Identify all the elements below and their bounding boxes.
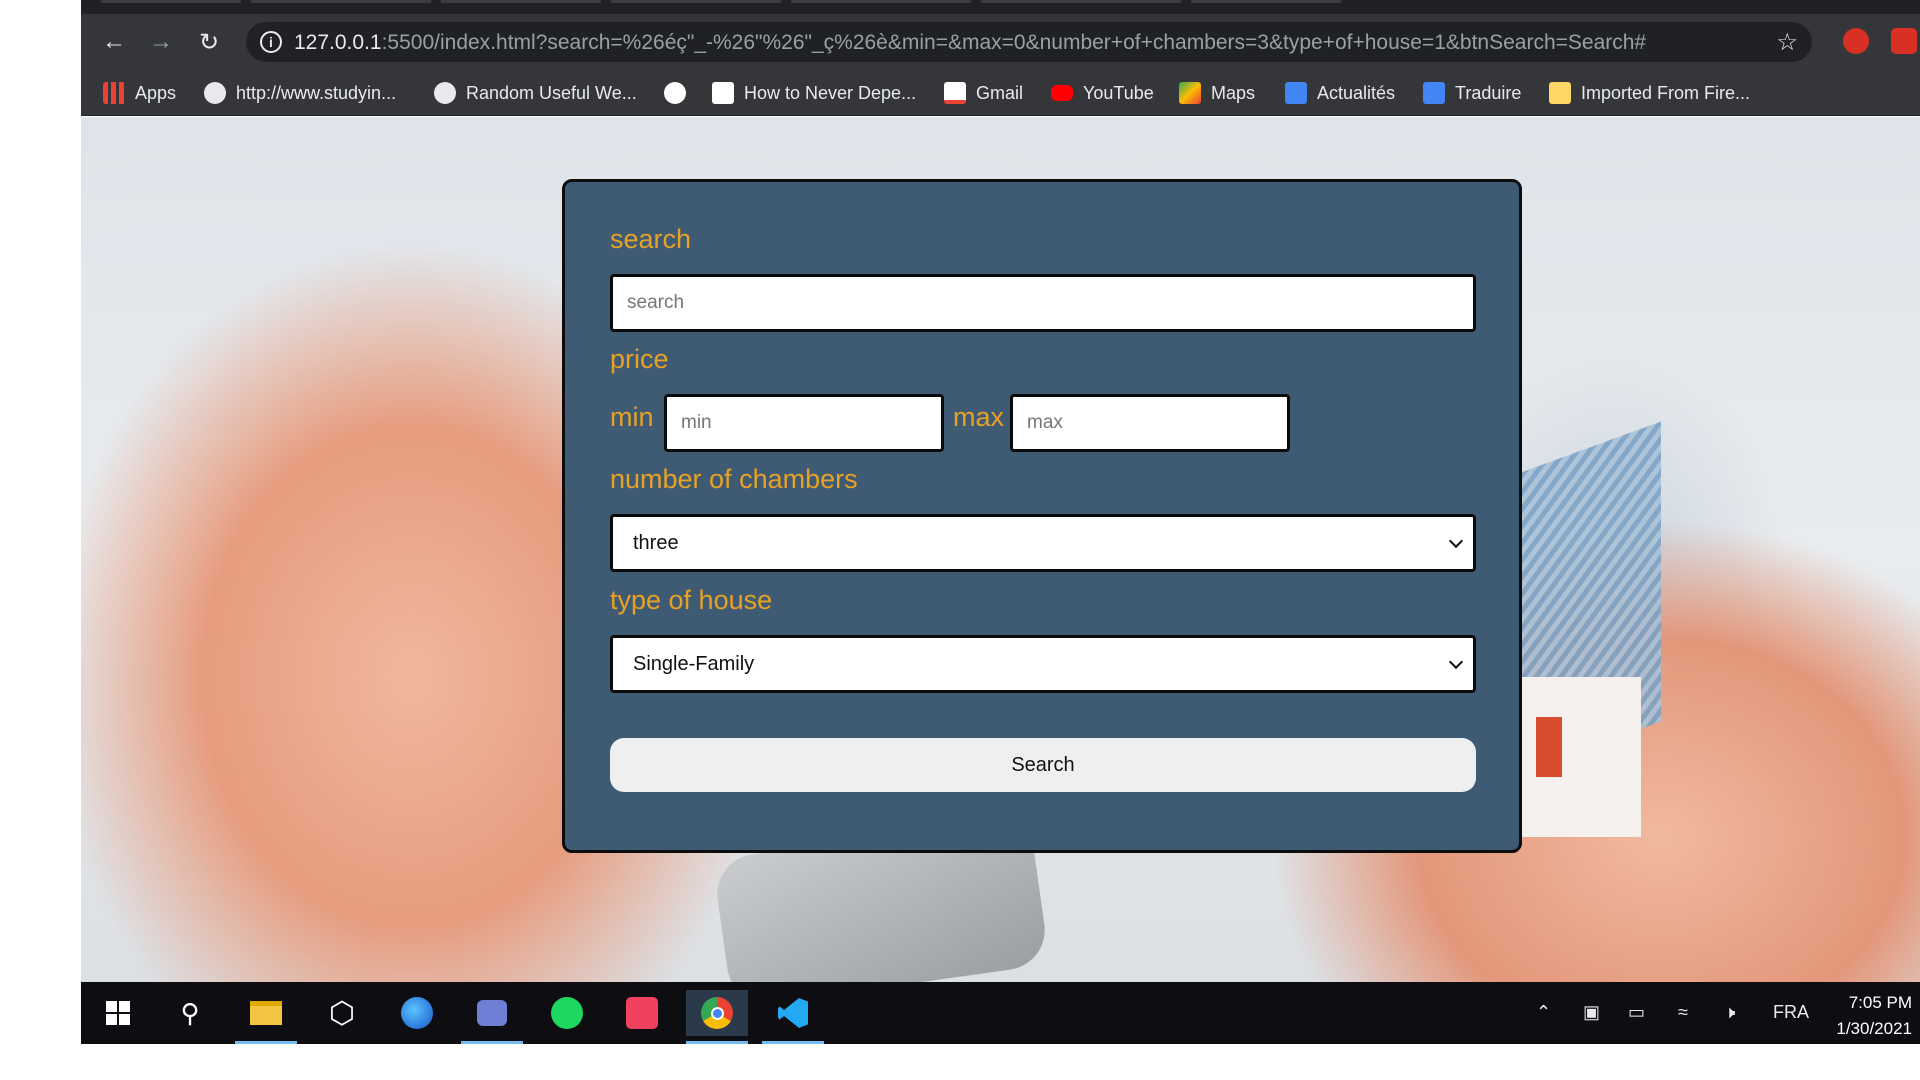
meet-now-icon[interactable]: ▣ bbox=[1583, 1002, 1600, 1023]
clock-date: 1/30/2021 bbox=[1836, 1019, 1912, 1038]
chambers-label: number of chambers bbox=[610, 464, 858, 494]
windows-taskbar: ⚲ ⬡ ⌃ ▣ ▭ ≈ 🕨 FRA 7:05 PM 1/30/2021 bbox=[81, 982, 1920, 1044]
tab[interactable] bbox=[251, 0, 431, 12]
price-label: price bbox=[610, 344, 669, 374]
tab[interactable] bbox=[791, 0, 971, 12]
chevron-down-icon bbox=[1448, 654, 1464, 670]
language-indicator[interactable]: FRA bbox=[1773, 1002, 1809, 1023]
forward-arrow-icon[interactable]: → bbox=[145, 26, 177, 58]
search-form-panel: search price min max number of chambers … bbox=[562, 179, 1522, 853]
chevron-down-icon bbox=[1448, 533, 1464, 549]
extension-dots-icon[interactable] bbox=[1891, 28, 1917, 54]
folder-icon bbox=[1549, 82, 1571, 104]
screen: ← → ↻ i 127.0.0.1:5500/index.html?search… bbox=[81, 0, 1920, 1044]
reload-icon[interactable]: ↻ bbox=[193, 26, 225, 58]
gmail-icon bbox=[944, 82, 966, 104]
max-label: max bbox=[953, 402, 1005, 432]
tab[interactable] bbox=[101, 0, 241, 12]
url-host: 127.0.0.1 bbox=[294, 31, 382, 54]
calendar-app-icon[interactable] bbox=[611, 990, 673, 1036]
bookmark-how-to-never[interactable]: How to Never Depe... bbox=[712, 80, 916, 106]
globe-icon bbox=[434, 82, 456, 104]
bookmark-star-icon[interactable]: ☆ bbox=[1776, 28, 1798, 57]
min-price-input[interactable] bbox=[664, 394, 944, 452]
browser-toolbar: ← → ↻ i 127.0.0.1:5500/index.html?search… bbox=[81, 14, 1920, 70]
cube-app-icon[interactable]: ⬡ bbox=[311, 990, 373, 1036]
tab[interactable] bbox=[441, 0, 601, 12]
battery-icon[interactable]: ▭ bbox=[1628, 1002, 1645, 1023]
windows-start-icon[interactable] bbox=[87, 990, 149, 1036]
url-rest: :5500/index.html?search=%26éç"_-%26"%26"… bbox=[381, 31, 1647, 54]
bookmark-label: Actualités bbox=[1317, 82, 1396, 103]
maps-icon bbox=[1179, 82, 1201, 104]
min-label: min bbox=[610, 402, 654, 432]
bookmark-label: Random Useful We... bbox=[466, 82, 637, 103]
search-icon[interactable]: ⚲ bbox=[159, 990, 221, 1036]
page-viewport: search price min max number of chambers … bbox=[81, 117, 1920, 982]
info-icon[interactable]: i bbox=[260, 31, 282, 53]
globe-icon bbox=[204, 82, 226, 104]
chambers-selected-value: three bbox=[633, 531, 679, 554]
news-icon bbox=[1285, 82, 1307, 104]
search-label: search bbox=[610, 224, 692, 254]
clock-time: 7:05 PM bbox=[1848, 993, 1912, 1012]
clock[interactable]: 7:05 PM 1/30/2021 bbox=[1836, 990, 1912, 1042]
bookmark-label: Imported From Fire... bbox=[1581, 82, 1751, 103]
volume-icon[interactable]: 🕨 bbox=[1724, 1002, 1735, 1023]
tab[interactable] bbox=[981, 0, 1181, 12]
wifi-icon[interactable]: ≈ bbox=[1678, 1002, 1688, 1023]
bookmark-label: Traduire bbox=[1455, 82, 1522, 103]
youtube-icon bbox=[1051, 85, 1073, 101]
background-house-window bbox=[1536, 717, 1562, 777]
bookmark-label: Maps bbox=[1211, 82, 1256, 103]
search-button[interactable]: Search bbox=[610, 738, 1476, 792]
address-bar[interactable]: i 127.0.0.1:5500/index.html?search=%26éç… bbox=[246, 22, 1812, 62]
bookmark-label: How to Never Depe... bbox=[744, 82, 917, 103]
game-app-icon[interactable] bbox=[461, 990, 523, 1044]
bookmark-random-useful[interactable]: Random Useful We... bbox=[434, 80, 637, 106]
bookmark-youtube[interactable]: YouTube bbox=[1051, 80, 1154, 106]
bookmark-gmail[interactable]: Gmail bbox=[944, 80, 1023, 106]
bookmark-apps[interactable]: Apps bbox=[103, 80, 176, 106]
translate-icon bbox=[1423, 82, 1445, 104]
tab[interactable] bbox=[611, 0, 781, 12]
bookmark-label: Gmail bbox=[976, 82, 1024, 103]
bookmark-maps[interactable]: Maps bbox=[1179, 80, 1255, 106]
apps-grid-icon bbox=[103, 82, 125, 104]
chrome-icon[interactable] bbox=[686, 990, 748, 1044]
bookmark-studyin[interactable]: http://www.studyin... bbox=[204, 80, 396, 106]
page-icon bbox=[712, 82, 734, 104]
tab[interactable] bbox=[1191, 0, 1341, 12]
search-input[interactable] bbox=[610, 274, 1476, 332]
file-explorer-icon[interactable] bbox=[235, 990, 297, 1044]
type-of-house-select[interactable]: Single-Family bbox=[610, 635, 1476, 693]
vscode-icon[interactable] bbox=[762, 990, 824, 1044]
back-arrow-icon[interactable]: ← bbox=[98, 26, 130, 58]
google-icon bbox=[664, 82, 686, 104]
bookmark-label: YouTube bbox=[1083, 82, 1154, 103]
bookmark-google[interactable] bbox=[664, 80, 696, 106]
bookmark-label: http://www.studyin... bbox=[236, 82, 397, 103]
spotify-icon[interactable] bbox=[536, 990, 598, 1036]
url-text[interactable]: 127.0.0.1:5500/index.html?search=%26éç"_… bbox=[294, 31, 1646, 55]
type-of-house-label: type of house bbox=[610, 585, 773, 615]
bookmark-label: Apps bbox=[135, 82, 177, 103]
extension-hand-icon[interactable] bbox=[1843, 28, 1869, 54]
max-price-input[interactable] bbox=[1010, 394, 1290, 452]
bookmark-actualites[interactable]: Actualités bbox=[1285, 80, 1395, 106]
bookmarks-bar: Apps http://www.studyin... Random Useful… bbox=[81, 70, 1920, 116]
chevron-up-icon[interactable]: ⌃ bbox=[1536, 1002, 1551, 1023]
tab-strip bbox=[81, 0, 1920, 14]
bookmark-traduire[interactable]: Traduire bbox=[1423, 80, 1521, 106]
bookmark-imported-firefox[interactable]: Imported From Fire... bbox=[1549, 80, 1750, 106]
chambers-select[interactable]: three bbox=[610, 514, 1476, 572]
type-of-house-selected-value: Single-Family bbox=[633, 652, 755, 675]
firefox-icon[interactable] bbox=[386, 990, 448, 1036]
